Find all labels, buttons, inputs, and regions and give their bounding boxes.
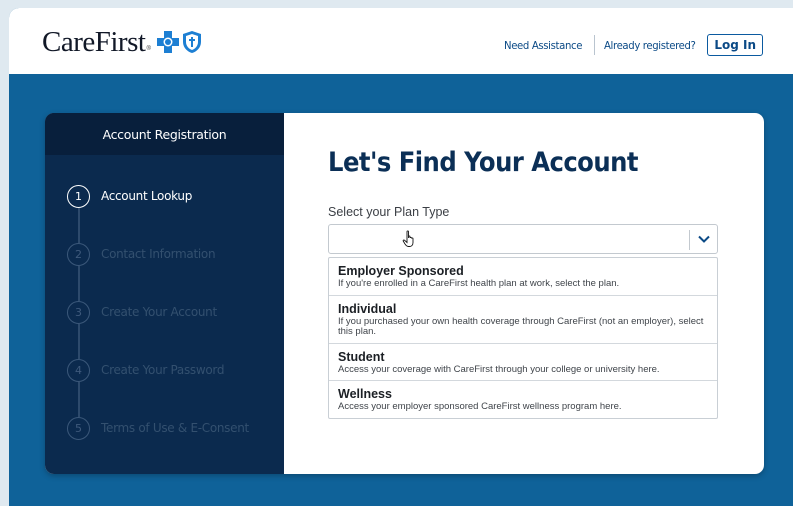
app-frame: CareFirst ® Need Assistance Already regi… [9, 8, 793, 506]
select-divider [689, 230, 690, 250]
step-number: 1 [67, 185, 90, 208]
step-number: 3 [67, 301, 90, 324]
step-terms-econsent: 5 Terms of Use & E-Consent [67, 417, 249, 474]
step-label: Terms of Use & E-Consent [101, 421, 249, 435]
plan-type-select[interactable] [328, 224, 718, 254]
option-title: Employer Sponsored [338, 264, 464, 278]
site-header: CareFirst ® Need Assistance Already regi… [9, 8, 793, 74]
option-title: Student [338, 349, 385, 364]
step-number: 5 [67, 417, 90, 440]
option-student[interactable]: Student Access your coverage with CareFi… [329, 344, 717, 381]
step-contact-information: 2 Contact Information [67, 243, 249, 301]
plan-type-options: Employer Sponsored If you're enrolled in… [328, 257, 718, 419]
account-lookup-panel: Let's Find Your Account Select your Plan… [284, 113, 764, 474]
step-label: Create Your Password [101, 363, 225, 377]
step-create-account: 3 Create Your Account [67, 301, 249, 359]
logo-wordmark: CareFirst [42, 25, 146, 58]
plan-type-label: Select your Plan Type [328, 205, 450, 219]
step-label: Create Your Account [101, 305, 217, 319]
step-number: 4 [67, 359, 90, 382]
step-list: 1 Account Lookup 2 Contact Information 3… [67, 185, 249, 474]
logo-trademark: ® [146, 46, 151, 52]
need-assistance-link[interactable]: Need Assistance [504, 39, 582, 52]
already-registered-text: Already registered? [603, 38, 696, 52]
option-wellness[interactable]: Wellness Access your employer sponsored … [329, 381, 717, 418]
registration-card: Account Registration 1 Account Lookup 2 … [45, 113, 764, 474]
blue-cross-icon [156, 31, 179, 53]
option-individual[interactable]: Individual If you purchased your own hea… [329, 296, 717, 344]
blue-shield-icon [182, 31, 201, 53]
option-title: Wellness [338, 387, 392, 401]
option-description: Access your employer sponsored CareFirst… [338, 401, 622, 412]
carefirst-logo[interactable]: CareFirst ® [42, 26, 202, 58]
step-connector [78, 266, 80, 301]
sidebar-title: Account Registration [45, 113, 284, 155]
step-connector [78, 208, 80, 243]
login-button[interactable]: Log In [707, 34, 763, 56]
step-connector [78, 382, 80, 417]
step-account-lookup: 1 Account Lookup [67, 185, 249, 243]
registration-sidebar: Account Registration 1 Account Lookup 2 … [45, 113, 284, 474]
step-create-password: 4 Create Your Password [67, 359, 249, 417]
option-description: If you're enrolled in a CareFirst health… [338, 278, 620, 289]
option-description: Access your coverage with CareFirst thro… [338, 363, 660, 375]
chevron-down-icon[interactable] [697, 232, 711, 246]
step-label: Account Lookup [101, 189, 193, 203]
step-number: 2 [67, 243, 90, 266]
step-connector [78, 324, 80, 359]
option-description: If you purchased your own health coverag… [338, 315, 704, 337]
step-label: Contact Information [101, 247, 216, 261]
header-actions: Need Assistance Already registered? Log … [504, 33, 763, 57]
page-title: Let's Find Your Account [328, 147, 638, 178]
option-employer-sponsored[interactable]: Employer Sponsored If you're enrolled in… [329, 258, 717, 296]
hand-pointer-icon [402, 230, 414, 247]
option-title: Individual [338, 301, 397, 316]
header-divider [593, 35, 595, 55]
